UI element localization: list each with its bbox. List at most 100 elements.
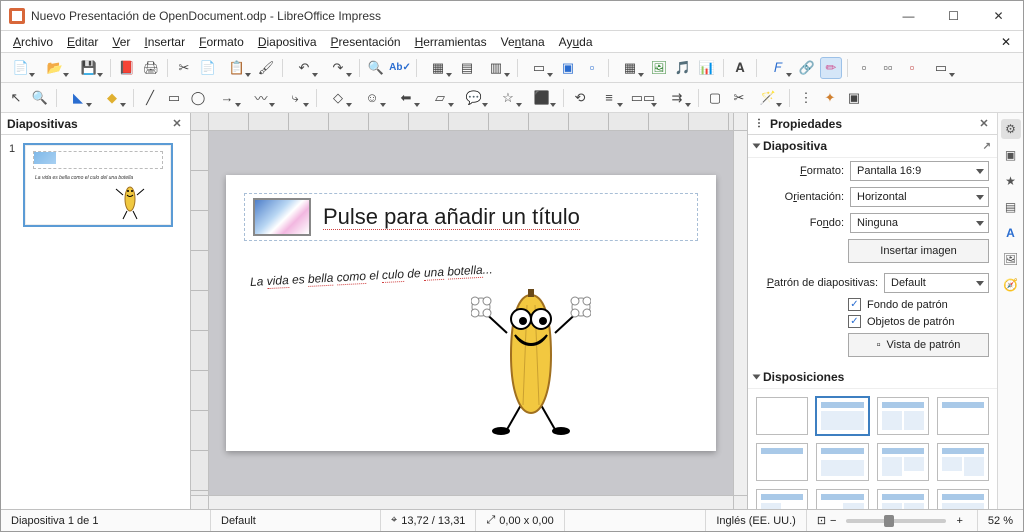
orientation-combo[interactable]: Horizontal	[850, 187, 989, 207]
format-paintbrush-button[interactable]: 🖌	[255, 57, 277, 79]
arrow-tool[interactable]: →	[211, 87, 243, 109]
symbol-shapes-tool[interactable]: ☺	[356, 87, 388, 109]
3d-tool[interactable]: ⬛	[526, 87, 558, 109]
menu-ver[interactable]: Ver	[106, 33, 136, 51]
line-tool[interactable]: ╱	[139, 87, 161, 109]
fontwork-button[interactable]: 𝐹	[762, 57, 794, 79]
undo-button[interactable]: ↶	[288, 57, 320, 79]
start-first-button[interactable]: ▣	[557, 57, 579, 79]
tab-navigator-icon[interactable]: 🧭	[1001, 275, 1021, 295]
menu-ventana[interactable]: Ventana	[495, 33, 551, 51]
distribute-tool[interactable]: ⇉	[661, 87, 693, 109]
shadow-tool[interactable]: ▢	[704, 87, 726, 109]
menu-presentacion[interactable]: Presentación	[325, 33, 407, 51]
layout-6[interactable]	[816, 443, 868, 481]
tab-gallery-icon[interactable]: 🖼	[1001, 249, 1021, 269]
tab-slide-transition-icon[interactable]: ▣	[1001, 145, 1021, 165]
current-slide[interactable]: Pulse para añadir un título La vida es b…	[226, 175, 716, 451]
rotate-tool[interactable]: ⟲	[569, 87, 591, 109]
title-picture-placeholder[interactable]	[253, 198, 311, 236]
layout-title-only[interactable]	[937, 397, 989, 435]
layout-11[interactable]	[877, 489, 929, 509]
menu-insertar[interactable]: Insertar	[138, 33, 191, 51]
basic-shapes-tool[interactable]: ◇	[322, 87, 354, 109]
delete-slide-button[interactable]: ▫	[901, 57, 923, 79]
minimize-button[interactable]: —	[886, 2, 931, 30]
table-button[interactable]: ▦	[614, 57, 646, 79]
select-tool[interactable]: ↖	[5, 87, 27, 109]
block-arrows-tool[interactable]: ⬅	[390, 87, 422, 109]
copy-button[interactable]: 📄	[197, 57, 219, 79]
slides-panel-close-icon[interactable]: ✕	[170, 117, 184, 131]
properties-close-icon[interactable]: ✕	[977, 117, 991, 131]
tab-properties-icon[interactable]: ⚙	[1001, 119, 1021, 139]
tab-master-slides-icon[interactable]: ▤	[1001, 197, 1021, 217]
filter-tool[interactable]: 🪄	[752, 87, 784, 109]
new-slide-button[interactable]: ▫	[853, 57, 875, 79]
show-draw-functions-button[interactable]: ✏	[820, 57, 842, 79]
popout-icon[interactable]: ↗	[983, 141, 991, 152]
display-grid-button[interactable]: ▦	[422, 57, 454, 79]
points-tool[interactable]: ⋮	[795, 87, 817, 109]
horizontal-ruler[interactable]	[209, 113, 733, 131]
section-diapositiva[interactable]: Diapositiva ↗	[748, 135, 997, 158]
extrusion-tool[interactable]: ▣	[843, 87, 865, 109]
master-objects-checkbox[interactable]: ✓	[848, 315, 861, 328]
menu-herramientas[interactable]: Herramientas	[409, 33, 493, 51]
master-view-button[interactable]: ▫ Vista de patrón	[848, 333, 989, 357]
arrange-tool[interactable]: ▭▭	[627, 87, 659, 109]
zoom-controls[interactable]: ⊡ − +	[807, 510, 978, 531]
spellcheck-button[interactable]: Ab✓	[389, 57, 411, 79]
format-combo[interactable]: Pantalla 16:9	[850, 161, 989, 181]
layout-title-2col[interactable]	[877, 397, 929, 435]
slide-thumb-1[interactable]: 1 La vida es bella como el culo del una …	[9, 143, 182, 227]
section-disposiciones[interactable]: Disposiciones	[748, 366, 997, 389]
vertical-scrollbar[interactable]	[733, 131, 747, 495]
print-button[interactable]: 🖨	[140, 57, 162, 79]
open-button[interactable]: 📂	[39, 57, 71, 79]
insert-image-button-panel[interactable]: Insertar imagen	[848, 239, 989, 263]
find-button[interactable]: 🔍	[365, 57, 387, 79]
text-box-button[interactable]: 𝐀	[729, 57, 751, 79]
zoom-tool[interactable]: 🔍	[29, 87, 51, 109]
layout-title-content[interactable]	[816, 397, 868, 435]
fill-color-button[interactable]: ◆	[96, 87, 128, 109]
layout-10[interactable]	[816, 489, 868, 509]
display-views-button[interactable]: ▤	[456, 57, 478, 79]
menu-editar[interactable]: Editar	[61, 33, 104, 51]
status-slide-count[interactable]: Diapositiva 1 de 1	[1, 510, 211, 531]
layout-12[interactable]	[937, 489, 989, 509]
menu-diapositiva[interactable]: Diapositiva	[252, 33, 323, 51]
callout-tool[interactable]: 💬	[458, 87, 490, 109]
tab-animation-icon[interactable]: ★	[1001, 171, 1021, 191]
save-button[interactable]: 💾	[73, 57, 105, 79]
status-template[interactable]: Default	[211, 510, 381, 531]
menu-ayuda[interactable]: Ayuda	[553, 33, 599, 51]
vertical-ruler[interactable]	[191, 131, 209, 495]
menu-formato[interactable]: Formato	[193, 33, 250, 51]
crop-tool[interactable]: ✂	[728, 87, 750, 109]
horizontal-scrollbar[interactable]	[209, 496, 733, 509]
zoom-percent[interactable]: 52 %	[978, 510, 1023, 531]
insert-chart-button[interactable]: 📊	[696, 57, 718, 79]
close-button[interactable]: ✕	[976, 2, 1021, 30]
menu-archivo[interactable]: Archivo	[7, 33, 59, 51]
tab-styles-icon[interactable]: A	[1001, 223, 1021, 243]
new-button[interactable]: 📄	[5, 57, 37, 79]
title-text[interactable]: Pulse para añadir un título	[323, 204, 580, 230]
cut-button[interactable]: ✂	[173, 57, 195, 79]
connector-tool[interactable]: ⤷	[279, 87, 311, 109]
layout-5[interactable]	[756, 443, 808, 481]
align-tool[interactable]: ≡	[593, 87, 625, 109]
layout-7[interactable]	[877, 443, 929, 481]
zoom-slider[interactable]	[846, 519, 946, 523]
status-language[interactable]: Inglés (EE. UU.)	[706, 510, 806, 531]
duplicate-slide-button[interactable]: ▫▫	[877, 57, 899, 79]
rectangle-tool[interactable]: ▭	[163, 87, 185, 109]
gluepoints-tool[interactable]: ✦	[819, 87, 841, 109]
fit-page-icon[interactable]: ⊡	[817, 514, 826, 527]
background-combo[interactable]: Ninguna	[850, 213, 989, 233]
document-close-icon[interactable]: ✕	[995, 33, 1017, 51]
curve-tool[interactable]: 〰	[245, 87, 277, 109]
banana-clipart[interactable]	[471, 285, 591, 435]
